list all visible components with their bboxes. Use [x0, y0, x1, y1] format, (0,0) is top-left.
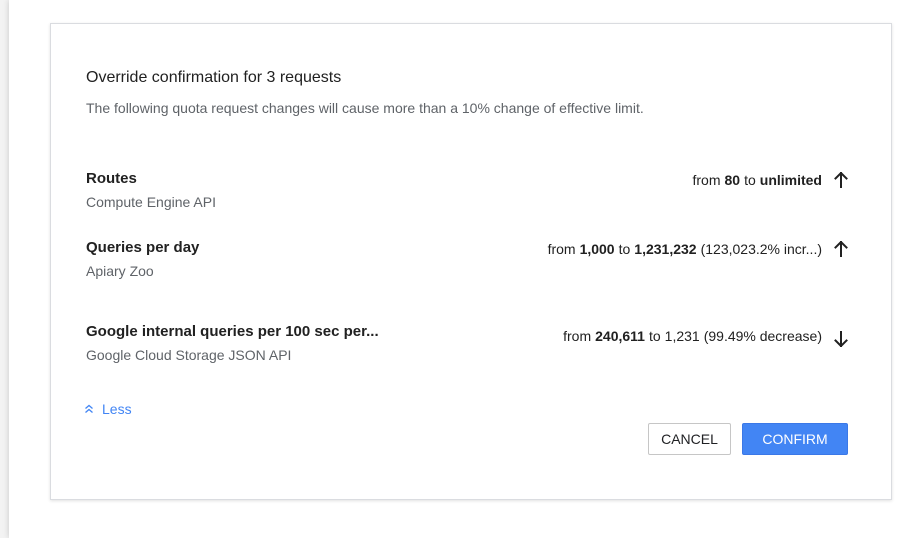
less-toggle[interactable]: Less [84, 401, 132, 417]
arrow-down-icon [834, 331, 848, 347]
from-value: 240,611 [595, 328, 645, 344]
service-name: Compute Engine API [86, 194, 216, 210]
quota-request-row: Routes Compute Engine API from 80 to unl… [86, 170, 848, 216]
cancel-button[interactable]: CANCEL [648, 423, 731, 455]
service-name: Apiary Zoo [86, 263, 154, 279]
double-chevron-up-icon [85, 404, 93, 413]
quota-name: Routes [86, 170, 137, 187]
quota-name: Queries per day [86, 239, 200, 256]
quota-change: from 80 to unlimited [693, 172, 849, 188]
from-word: from [547, 241, 576, 257]
confirm-button[interactable]: CONFIRM [742, 423, 848, 455]
to-value: unlimited [759, 172, 822, 188]
quota-request-row: Google internal queries per 100 sec per.… [86, 323, 848, 369]
quota-change: from 1,000 to 1,231,232 (123,023.2% incr… [548, 241, 848, 257]
to-word: to [648, 328, 661, 344]
quota-change: from 240,611 to 1,231 (99.49% decrease) [563, 325, 848, 347]
arrow-up-icon [834, 172, 848, 188]
override-confirmation-dialog: Override confirmation for 3 requests The… [50, 23, 892, 500]
to-word: to [618, 241, 631, 257]
to-word: to [744, 172, 756, 188]
from-word: from [563, 328, 592, 344]
change-note: (123,023.2% incr...) [700, 241, 822, 257]
from-word: from [692, 172, 721, 188]
service-name: Google Cloud Storage JSON API [86, 347, 292, 363]
arrow-up-icon [834, 241, 848, 257]
from-value: 80 [724, 172, 741, 188]
quota-request-row: Queries per day Apiary Zoo from 1,000 to… [86, 239, 848, 285]
dialog-subtitle: The following quota request changes will… [86, 100, 644, 116]
to-value: 1,231,232 [634, 241, 697, 257]
page-background: Override confirmation for 3 requests The… [9, 0, 914, 538]
quota-name: Google internal queries per 100 sec per.… [86, 323, 379, 340]
less-label: Less [102, 401, 132, 417]
change-note: (99.49% decrease) [703, 328, 822, 344]
to-value: 1,231 [664, 328, 700, 344]
dialog-title: Override confirmation for 3 requests [86, 69, 342, 86]
from-value: 1,000 [579, 241, 615, 257]
